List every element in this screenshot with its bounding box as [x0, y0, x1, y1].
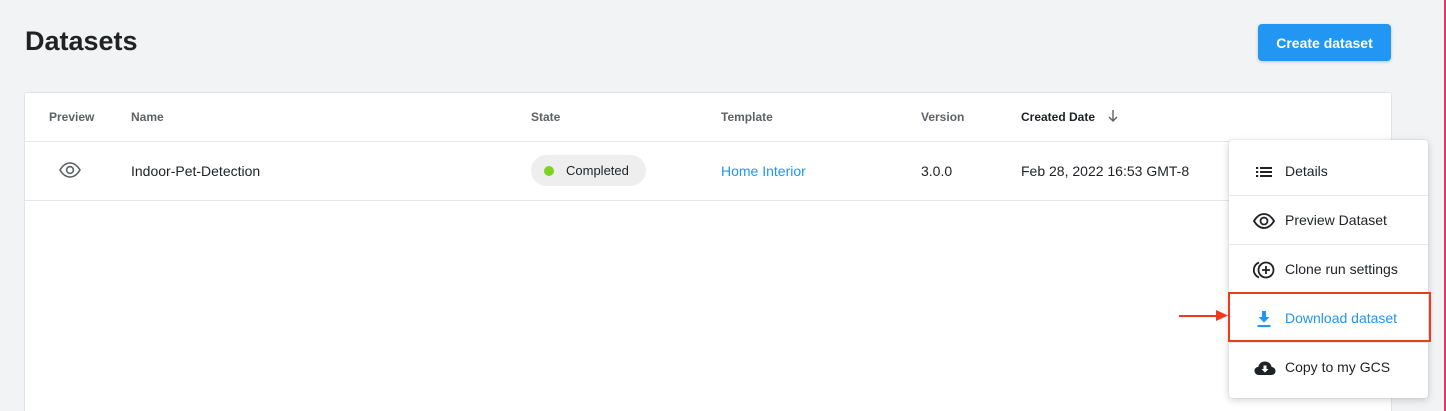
menu-item-preview-dataset[interactable]: Preview Dataset: [1229, 196, 1428, 245]
pointer-arrow-icon: [1178, 308, 1230, 327]
dataset-created-date: Feb 28, 2022 16:53 GMT-8: [1021, 163, 1190, 179]
menu-item-details[interactable]: Details: [1229, 147, 1428, 196]
column-header-template[interactable]: Template: [721, 110, 773, 124]
page-title: Datasets: [25, 26, 138, 56]
status-label: Completed: [566, 163, 629, 178]
list-icon: [1253, 161, 1275, 183]
datasets-page: Datasets Create dataset Preview Name Sta…: [0, 0, 1446, 411]
clone-add-icon: [1252, 259, 1275, 281]
create-dataset-button[interactable]: Create dataset: [1258, 24, 1391, 61]
menu-item-label: Preview Dataset: [1285, 212, 1387, 228]
column-header-created-date[interactable]: Created Date: [1021, 110, 1095, 124]
datasets-table: Preview Name State Template Version Crea…: [24, 92, 1392, 411]
column-header-version[interactable]: Version: [921, 110, 964, 124]
menu-item-copy-to-gcs[interactable]: Copy to my GCS: [1229, 343, 1428, 392]
cloud-download-icon: [1253, 357, 1276, 379]
column-header-preview: Preview: [49, 110, 95, 124]
row-actions-menu: Details Preview Dataset Clone run settin…: [1229, 140, 1428, 398]
column-header-state[interactable]: State: [531, 110, 560, 124]
status-badge: Completed: [531, 155, 646, 186]
table-header: Preview Name State Template Version Crea…: [25, 93, 1391, 142]
template-link[interactable]: Home Interior: [721, 163, 806, 179]
dataset-name[interactable]: Indoor-Pet-Detection: [131, 163, 260, 179]
sort-descending-icon[interactable]: [1108, 109, 1118, 128]
menu-item-label: Details: [1285, 163, 1328, 179]
eye-icon[interactable]: [59, 162, 81, 183]
column-header-name[interactable]: Name: [131, 110, 164, 124]
highlight-box: [1228, 292, 1431, 342]
menu-item-clone-run-settings[interactable]: Clone run settings: [1229, 245, 1428, 294]
menu-item-label: Clone run settings: [1285, 261, 1398, 277]
table-row[interactable]: Indoor-Pet-Detection Completed Home Inte…: [25, 142, 1391, 201]
menu-item-label: Copy to my GCS: [1285, 359, 1391, 375]
dataset-version: 3.0.0: [921, 163, 953, 179]
status-dot: [544, 166, 554, 176]
eye-icon: [1252, 210, 1276, 232]
